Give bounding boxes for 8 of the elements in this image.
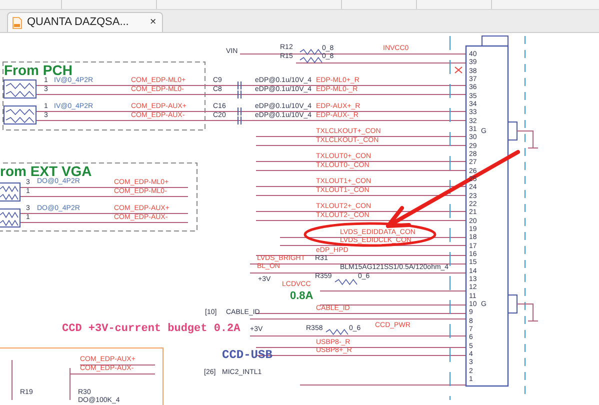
section-heading: rom EXT VGA (0, 164, 92, 178)
note-text: CCD +3V-current budget 0.2A (62, 324, 240, 335)
section-heading: From PCH (4, 63, 72, 77)
tab-title: QUANTA DAZQSA... (27, 15, 129, 30)
block-title: CCD-USB (222, 349, 272, 361)
current-label: 0.8A (290, 291, 314, 302)
close-button[interactable]: × (148, 17, 158, 28)
document-tab[interactable]: QUANTA DAZQSA... × (7, 12, 164, 32)
